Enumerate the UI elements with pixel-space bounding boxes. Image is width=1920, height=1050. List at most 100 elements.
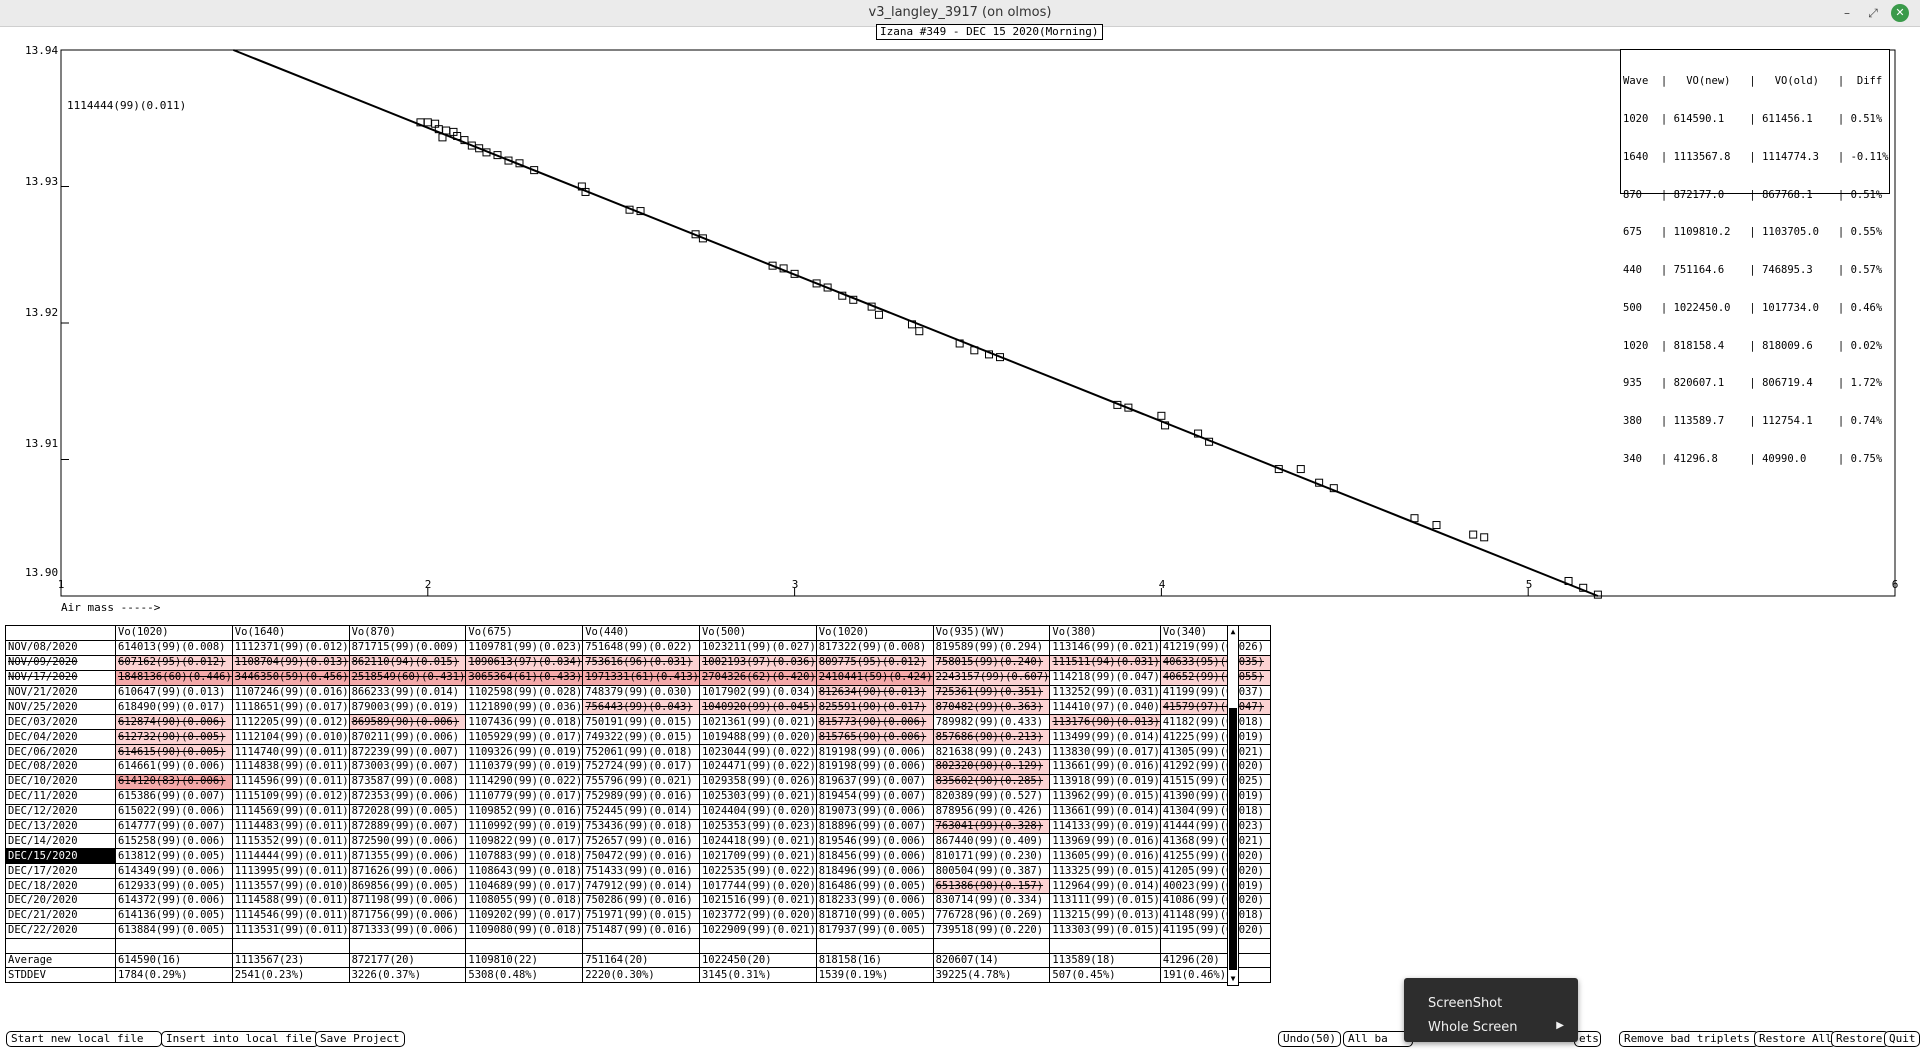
table-cell[interactable]: 776728(96)(0.269) (932, 907, 1051, 924)
table-cell[interactable]: 873587(99)(0.008) (348, 773, 467, 790)
row-date[interactable]: DEC/15/2020 (5, 848, 116, 865)
table-cell[interactable]: 818233(99)(0.006) (815, 893, 934, 909)
table-cell[interactable]: 1112371(99)(0.012) (231, 639, 350, 656)
table-cell[interactable]: 1105929(99)(0.017) (465, 729, 584, 746)
table-row[interactable]: DEC/15/2020 613812(99)(0.005) 1114444(99)(… (5, 848, 1271, 865)
table-cell[interactable]: 2518549(60)(0.431) (348, 669, 467, 686)
table-cell[interactable]: 819546(99)(0.006) (815, 833, 934, 850)
table-cell[interactable]: 751971(99)(0.015) (582, 907, 700, 924)
start-new-file-button[interactable]: Start new local file (6, 1031, 162, 1047)
table-row[interactable]: DEC/03/2020 612874(90)(0.006) 1112205(99)(… (5, 714, 1271, 731)
table-cell[interactable]: 1848136(60)(0.446) (115, 669, 233, 686)
table-cell[interactable]: 1102598(99)(0.028) (465, 684, 584, 701)
table-cell[interactable]: 1090613(97)(0.034) (465, 654, 584, 671)
table-cell[interactable]: 2243157(99)(0.607) (932, 669, 1051, 686)
table-cell[interactable]: 758015(99)(0.240) (932, 654, 1051, 671)
table-row[interactable]: NOV/17/2020 1848136(60)(0.446) 3446350(59)… (5, 669, 1271, 686)
table-cell[interactable]: 819073(99)(0.006) (815, 803, 934, 820)
table-cell[interactable]: 113146(99)(0.021) (1049, 639, 1161, 656)
context-menu[interactable]: ScreenShot Whole Screen ▶ (1404, 978, 1578, 1042)
table-cell[interactable]: 1021361(99)(0.021) (698, 714, 817, 731)
table-cell[interactable]: 41255(99)(0.020) (1159, 848, 1271, 865)
table-cell[interactable]: 1114546(99)(0.011) (231, 907, 350, 924)
table-cell[interactable]: 610647(99)(0.013) (115, 684, 233, 701)
table-cell[interactable]: 857686(90)(0.213) (932, 729, 1051, 746)
table-cell[interactable]: 751648(99)(0.022) (582, 639, 700, 656)
table-cell[interactable]: 113303(99)(0.015) (1049, 922, 1161, 939)
table-cell[interactable]: 651386(90)(0.157) (932, 878, 1051, 895)
table-cell[interactable]: 753436(99)(0.018) (582, 818, 700, 835)
table-cell[interactable]: 869589(90)(0.006) (348, 714, 467, 731)
table-cell[interactable]: 613884(99)(0.005) (115, 922, 233, 939)
table-cell[interactable]: 3446350(59)(0.456) (231, 669, 350, 686)
table-cell[interactable]: 1113995(99)(0.011) (231, 863, 350, 880)
table-cell[interactable]: 1104689(99)(0.017) (465, 878, 584, 895)
menu-item-whole-screen[interactable]: Whole Screen (1428, 1020, 1517, 1035)
table-cell[interactable]: 1025303(99)(0.021) (698, 788, 817, 805)
table-cell[interactable]: 41390(99)(0.019) (1159, 788, 1271, 805)
table-cell[interactable]: 862110(94)(0.015) (348, 654, 467, 671)
table-cell[interactable]: 1109781(99)(0.023) (465, 639, 584, 656)
table-cell[interactable]: 1022909(99)(0.021) (698, 922, 817, 939)
row-date[interactable]: DEC/11/2020 (5, 788, 116, 805)
table-cell[interactable]: 1115352(99)(0.011) (231, 833, 350, 850)
table-cell[interactable]: 41225(99)(0.019) (1159, 729, 1271, 746)
table-cell[interactable]: 818710(99)(0.005) (815, 907, 934, 924)
table-cell[interactable]: 41195(99)(0.020) (1159, 922, 1271, 939)
row-date[interactable]: DEC/20/2020 (5, 893, 116, 909)
table-cell[interactable]: 114133(99)(0.019) (1049, 818, 1161, 835)
table-cell[interactable]: 1109202(99)(0.017) (465, 907, 584, 924)
table-row[interactable]: DEC/18/2020 612933(99)(0.005) 1113557(99)(… (5, 878, 1271, 895)
table-cell[interactable]: 866233(99)(0.014) (348, 684, 467, 701)
table-cell[interactable]: 41305(99)(0.021) (1159, 744, 1271, 761)
table-cell[interactable]: 40633(95)(0.035) (1159, 654, 1271, 671)
table-row[interactable]: NOV/25/2020 618490(99)(0.017) 1118651(99)(… (5, 699, 1271, 716)
row-date[interactable]: DEC/17/2020 (5, 863, 116, 880)
table-cell[interactable]: 749322(99)(0.015) (582, 729, 700, 746)
table-row[interactable]: DEC/22/2020 613884(99)(0.005) 1113531(99)(… (5, 922, 1271, 939)
table-row[interactable]: NOV/08/2020 614013(99)(0.008) 1112371(99)(… (5, 639, 1271, 656)
table-cell[interactable]: 820389(99)(0.527) (932, 788, 1051, 805)
table-cell[interactable]: 1115109(99)(0.012) (231, 788, 350, 805)
table-cell[interactable]: 870482(99)(0.363) (932, 699, 1051, 716)
table-cell[interactable]: 113252(99)(0.031) (1049, 684, 1161, 701)
table-cell[interactable]: 1024418(99)(0.021) (698, 833, 817, 850)
undo-button[interactable]: Undo(50) (1278, 1031, 1341, 1047)
table-cell[interactable]: 1109080(99)(0.018) (465, 922, 584, 939)
row-date[interactable]: NOV/08/2020 (5, 639, 116, 656)
row-date[interactable]: DEC/22/2020 (5, 922, 116, 939)
table-cell[interactable]: 1021709(99)(0.021) (698, 848, 817, 865)
table-row[interactable]: DEC/06/2020 614615(90)(0.005) 1114740(99)(… (5, 744, 1271, 761)
table-cell[interactable]: 1113531(99)(0.011) (231, 922, 350, 939)
table-cell[interactable]: 871333(99)(0.006) (348, 922, 467, 939)
table-cell[interactable]: 618490(99)(0.017) (115, 699, 233, 716)
table-cell[interactable]: 113661(99)(0.014) (1049, 803, 1161, 820)
table-cell[interactable]: 113499(99)(0.014) (1049, 729, 1161, 746)
table-cell[interactable]: 1108055(99)(0.018) (465, 893, 584, 909)
table-cell[interactable]: 825591(90)(0.017) (815, 699, 934, 716)
table-row[interactable]: DEC/10/2020 614120(83)(0.006) 1114596(99)(… (5, 773, 1271, 790)
table-cell[interactable]: 1017744(99)(0.020) (698, 878, 817, 895)
table-cell[interactable]: 1112104(99)(0.010) (231, 729, 350, 746)
table-cell[interactable]: 873003(99)(0.007) (348, 759, 467, 775)
table-cell[interactable]: 1023211(99)(0.027) (698, 639, 817, 656)
table-cell[interactable]: 872239(99)(0.007) (348, 744, 467, 761)
quit-button[interactable]: Quit (1884, 1031, 1920, 1047)
table-cell[interactable]: 756443(99)(0.043) (582, 699, 700, 716)
table-cell[interactable]: 41219(99)(0.026) (1159, 639, 1271, 656)
table-cell[interactable]: 1114838(99)(0.011) (231, 759, 350, 775)
table-cell[interactable]: 614013(99)(0.008) (115, 639, 233, 656)
table-cell[interactable]: 41368(99)(0.021) (1159, 833, 1271, 850)
table-cell[interactable]: 615022(99)(0.006) (115, 803, 233, 820)
table-cell[interactable]: 1109852(99)(0.016) (465, 803, 584, 820)
table-cell[interactable]: 872353(99)(0.006) (348, 788, 467, 805)
table-cell[interactable]: 41579(97)(0.047) (1159, 699, 1271, 716)
table-cell[interactable]: 817937(99)(0.005) (815, 922, 934, 939)
table-row[interactable]: NOV/09/2020 607162(95)(0.012) 1108704(99)(… (5, 654, 1271, 671)
table-cell[interactable]: 763041(99)(0.328) (932, 818, 1051, 835)
row-date[interactable]: DEC/12/2020 (5, 803, 116, 820)
table-cell[interactable]: 878956(99)(0.426) (932, 803, 1051, 820)
table-cell[interactable]: 870211(99)(0.006) (348, 729, 467, 746)
minimize-icon[interactable]: – (1838, 4, 1856, 22)
row-date[interactable]: DEC/04/2020 (5, 729, 116, 746)
